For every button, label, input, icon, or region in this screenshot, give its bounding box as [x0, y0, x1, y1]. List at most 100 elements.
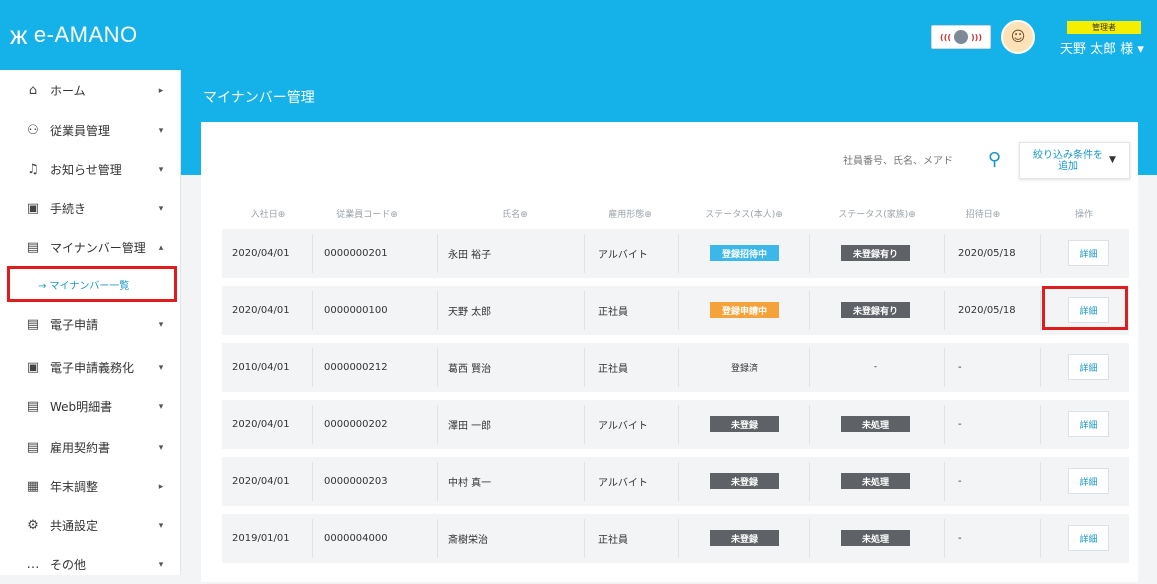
table-row: 2010/04/01 0000000212 葛西 賢治 正社員 - 登録済 - 詳細: [222, 343, 1129, 392]
column-divider: [809, 519, 810, 558]
chevron-icon: ▾: [158, 520, 164, 531]
gear-icon: ⚙: [27, 518, 39, 533]
cell-employee-code: 0000000100: [324, 305, 388, 316]
sidebar-item-employees[interactable]: ⚇ 従業員管理 ▾: [0, 111, 181, 150]
cell-invite-date: -: [958, 419, 962, 430]
status-badge-family: 未処理: [841, 473, 910, 489]
search-input[interactable]: [833, 150, 983, 173]
cell-employment-type: アルバイト: [598, 250, 648, 261]
sidebar-item-e-application-mandatory[interactable]: ▣ 電子申請義務化 ▾: [0, 348, 181, 387]
filter-label-line1: 絞り込み条件を: [1033, 149, 1104, 161]
avatar[interactable]: ☺: [1001, 20, 1035, 54]
status-badge-self: 未登録: [710, 416, 779, 432]
column-divider: [678, 462, 679, 501]
document-icon: ▤: [26, 317, 40, 332]
column-header-status-self[interactable]: ステータス(本人)⊕: [705, 207, 783, 220]
cell-name: 永田 裕子: [448, 250, 492, 261]
sidebar-item-label: ホーム: [50, 84, 86, 98]
user-menu[interactable]: 天野 太郎 様 ▾: [1060, 38, 1144, 57]
column-divider: [312, 519, 313, 558]
status-badge-self: 登録済: [730, 363, 758, 374]
cell-join-date: 2019/01/01: [232, 533, 290, 544]
detail-button[interactable]: 詳細: [1068, 468, 1109, 494]
column-divider: [944, 405, 945, 444]
logo-text: e-AMANO: [33, 22, 138, 47]
column-divider: [678, 519, 679, 558]
detail-button[interactable]: 詳細: [1068, 240, 1109, 266]
caret-down-icon: ▼: [1109, 155, 1116, 165]
column-divider: [312, 234, 313, 273]
cell-name: 葛西 賢治: [448, 364, 492, 375]
chevron-icon: ▾: [158, 559, 164, 570]
status-badge-self: 未登録: [710, 530, 779, 546]
chevron-icon: ▾: [158, 319, 164, 330]
bell-icon: ♫: [27, 162, 39, 177]
sidebar-item-procedures[interactable]: ▣ 手続き ▾: [0, 189, 181, 228]
column-header-employee-code[interactable]: 従業員コード⊕: [336, 207, 398, 220]
cell-name: 中村 真一: [448, 478, 492, 489]
column-header-employment-type[interactable]: 雇用形態⊕: [608, 207, 652, 220]
column-divider: [584, 405, 585, 444]
column-divider: [1040, 462, 1041, 501]
column-divider: [809, 348, 810, 387]
column-header-name[interactable]: 氏名⊕: [502, 207, 528, 220]
detail-button[interactable]: 詳細: [1068, 354, 1109, 380]
status-badge-family: 未処理: [841, 416, 910, 432]
sidebar-item-settings[interactable]: ⚙ 共通設定 ▾: [0, 506, 181, 545]
column-header-status-family[interactable]: ステータス(家族)⊕: [838, 207, 916, 220]
sidebar-item-notices[interactable]: ♫ お知らせ管理 ▾: [0, 150, 181, 189]
sidebar-item-other[interactable]: … その他 ▾: [0, 545, 181, 584]
column-divider: [312, 462, 313, 501]
app-logo[interactable]: ж e-AMANO: [10, 10, 138, 60]
column-divider: [312, 405, 313, 444]
sidebar-subitem-mynumber-list[interactable]: → マイナンバー一覧: [7, 266, 177, 302]
sidebar-item-web-payslip[interactable]: ▤ Web明細書 ▾: [0, 387, 181, 426]
cell-employment-type: アルバイト: [598, 478, 648, 489]
cell-invite-date: -: [958, 533, 962, 544]
status-badge-self: 未登録: [710, 473, 779, 489]
column-divider: [437, 291, 438, 330]
column-divider: [678, 291, 679, 330]
id-card-icon: ▤: [26, 240, 40, 255]
cell-invite-date: -: [958, 476, 962, 487]
column-divider: [1040, 348, 1041, 387]
cell-employment-type: アルバイト: [598, 421, 648, 432]
cell-employee-code: 0000000202: [324, 419, 388, 430]
detail-button[interactable]: 詳細: [1068, 525, 1109, 551]
cell-join-date: 2020/04/01: [232, 305, 290, 316]
partner-badge: ((())): [931, 25, 991, 49]
status-badge-self: 登録招待中: [710, 245, 779, 261]
search-icon[interactable]: ⚲: [988, 149, 1001, 170]
chevron-icon: ▴: [158, 242, 164, 253]
document-icon: ▣: [26, 360, 40, 375]
chevron-icon: ▾: [158, 442, 164, 453]
sidebar-item-mynumber[interactable]: ▤ マイナンバー管理 ▴: [0, 228, 181, 267]
sidebar-item-year-end[interactable]: ▦ 年末調整 ▸: [0, 467, 181, 506]
column-divider: [584, 234, 585, 273]
column-divider: [1040, 519, 1041, 558]
column-header-invite-date[interactable]: 招待日⊕: [966, 207, 1001, 220]
cell-employee-code: 0000000212: [324, 362, 388, 373]
sidebar-item-employment-contract[interactable]: ▤ 雇用契約書 ▾: [0, 428, 181, 467]
cell-employee-code: 0000004000: [324, 533, 388, 544]
people-icon: ⚇: [27, 123, 39, 138]
home-icon: ⌂: [28, 83, 38, 98]
column-divider: [944, 234, 945, 273]
add-filter-button[interactable]: 絞り込み条件を 追加 ▼: [1019, 142, 1130, 179]
cell-join-date: 2010/04/01: [232, 362, 290, 373]
sidebar-item-label: 雇用契約書: [50, 441, 111, 455]
column-divider: [437, 405, 438, 444]
chevron-icon: ▾: [158, 164, 164, 175]
cell-join-date: 2020/04/01: [232, 476, 290, 487]
sidebar-item-label: 従業員管理: [50, 124, 111, 138]
role-badge: 管理者: [1067, 21, 1141, 34]
sidebar-item-home[interactable]: ⌂ ホーム ▸: [0, 71, 181, 110]
sidebar-item-label: お知らせ管理: [50, 163, 122, 177]
table-row: 2020/04/01 0000000203 中村 真一 アルバイト - 未登録 未処理 詳細: [222, 457, 1129, 506]
sidebar-item-e-application[interactable]: ▤ 電子申請 ▾: [0, 305, 181, 344]
more-icon: …: [26, 557, 40, 572]
column-divider: [809, 234, 810, 273]
detail-button[interactable]: 詳細: [1068, 411, 1109, 437]
column-header-join-date[interactable]: 入社日⊕: [251, 207, 286, 220]
highlight-annotation: [1042, 286, 1128, 330]
